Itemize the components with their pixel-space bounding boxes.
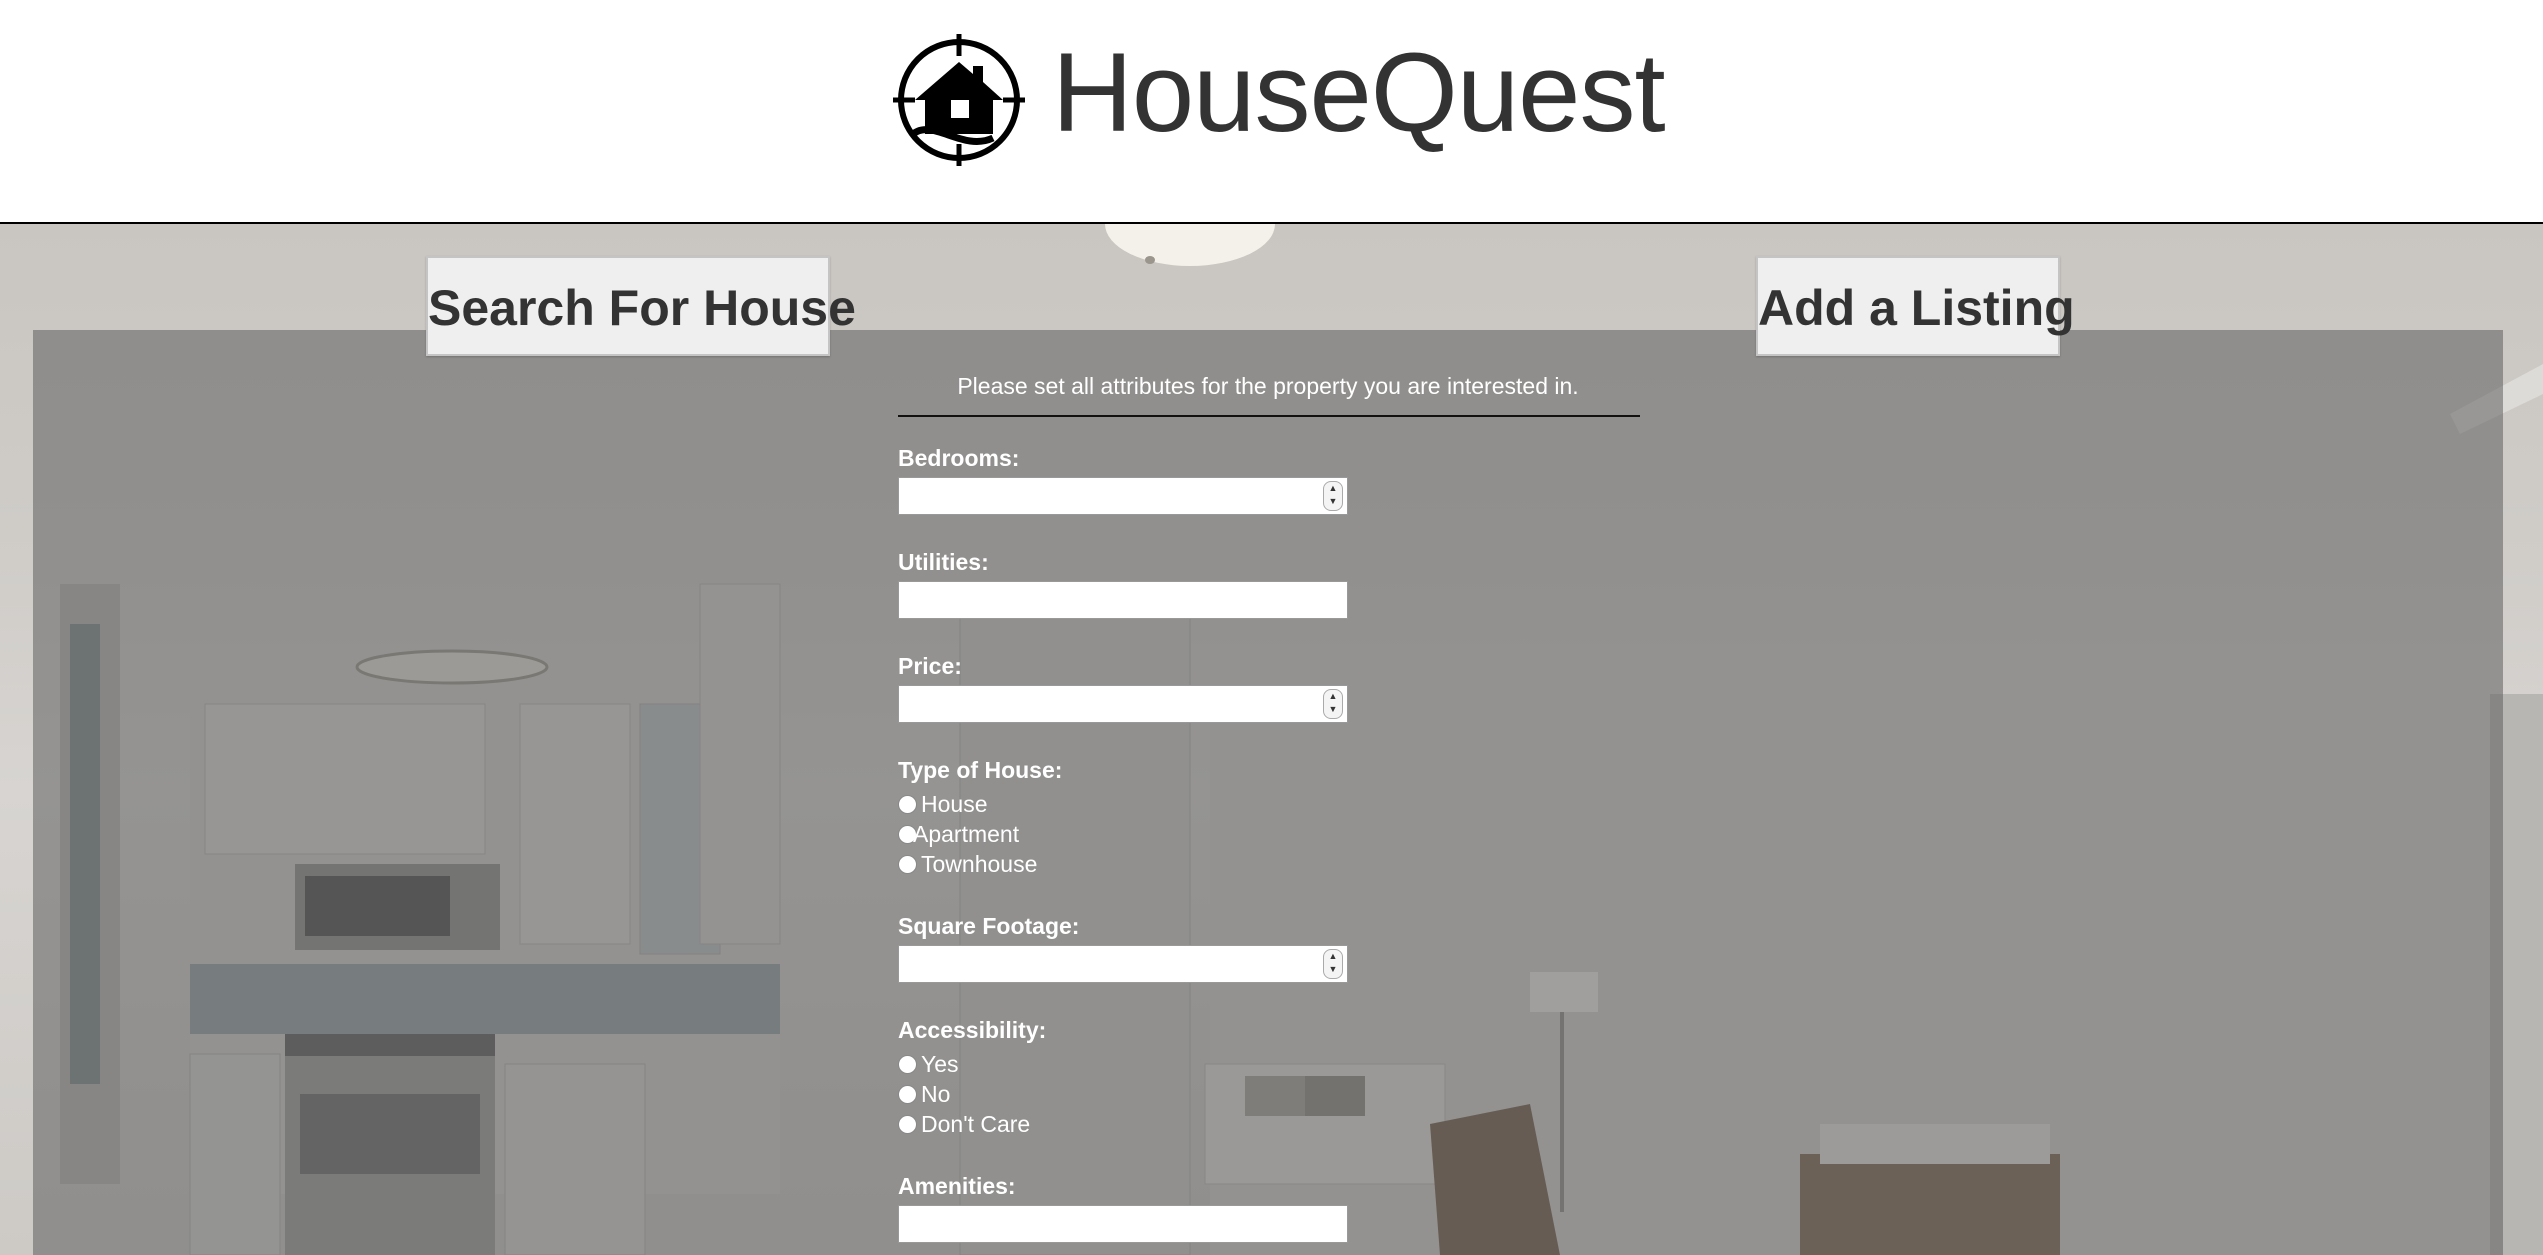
site-header: HouseQuest [0, 0, 2543, 224]
accessibility-option-dont-care[interactable]: Don't Care [898, 1109, 1030, 1139]
house-crosshair-icon [893, 34, 1025, 166]
radio-icon[interactable] [898, 854, 917, 874]
type-option-house[interactable]: House [898, 789, 987, 819]
radio-icon[interactable] [898, 1084, 917, 1104]
type-option-townhouse[interactable]: Townhouse [898, 849, 1037, 879]
square-footage-input[interactable] [898, 945, 1348, 983]
bedrooms-label: Bedrooms: [898, 445, 1020, 471]
search-for-house-button[interactable]: Search For House [426, 256, 856, 356]
radio-icon[interactable] [898, 1054, 917, 1074]
square-footage-spinner-icon[interactable]: ▲ ▼ [1323, 949, 1343, 979]
price-label: Price: [898, 653, 962, 679]
utilities-label: Utilities: [898, 549, 989, 575]
divider [898, 415, 1640, 417]
amenities-label: Amenities: [898, 1173, 1016, 1199]
accessibility-option-no[interactable]: No [898, 1079, 950, 1109]
type-option-apartment[interactable]: Apartment [898, 819, 1019, 849]
type-of-house-label: Type of House: [898, 757, 1063, 783]
price-spinner-icon[interactable]: ▲ ▼ [1323, 689, 1343, 719]
add-listing-button[interactable]: Add a Listing [1756, 256, 2075, 356]
radio-icon[interactable] [898, 794, 917, 814]
accessibility-label: Accessibility: [898, 1017, 1047, 1043]
form-instructions: Please set all attributes for the proper… [957, 373, 1579, 399]
form-panel-overlay [33, 330, 2503, 1255]
utilities-input[interactable] [898, 581, 1348, 619]
square-footage-label: Square Footage: [898, 913, 1080, 939]
bedrooms-spinner-icon[interactable]: ▲ ▼ [1323, 481, 1343, 511]
bedrooms-input[interactable] [898, 477, 1348, 515]
price-input[interactable] [898, 685, 1348, 723]
radio-icon[interactable] [898, 1114, 917, 1134]
brand-title: HouseQuest [1052, 30, 1666, 155]
amenities-input[interactable] [898, 1205, 1348, 1243]
accessibility-option-yes[interactable]: Yes [898, 1049, 959, 1079]
